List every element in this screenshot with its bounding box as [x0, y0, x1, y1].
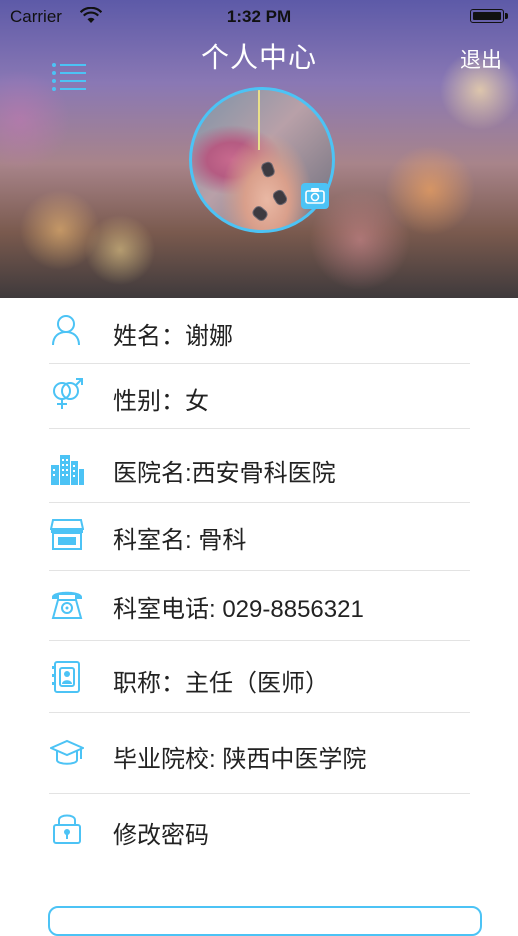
dept-phone-text: 科室电话: 029-8856321 — [113, 596, 364, 623]
list-item-title: 职称：主任（医师） — [0, 654, 518, 714]
change-password-button[interactable]: 修改密码 — [0, 804, 518, 860]
list-item-school: 毕业院校: 陕西中医学院 — [0, 726, 518, 790]
avatar[interactable] — [189, 87, 335, 233]
lock-icon — [53, 814, 81, 844]
change-password-label: 修改密码 — [113, 822, 209, 849]
profile-header: Carrier 1:32 PM 个人中心 退出 — [0, 0, 518, 298]
gender-icon — [53, 378, 83, 409]
status-bar: Carrier 1:32 PM — [0, 0, 518, 34]
divider — [49, 712, 470, 713]
school-text: 毕业院校: 陕西中医学院 — [113, 746, 367, 773]
list-item-dept-phone[interactable]: 科室电话: 029-8856321 — [0, 580, 518, 640]
hospital-buildings-icon — [51, 455, 84, 485]
user-icon — [52, 315, 80, 346]
divider — [49, 502, 470, 503]
list-item-department: 科室名: 骨科 — [0, 512, 518, 568]
telephone-icon — [51, 591, 83, 619]
divider — [49, 363, 470, 364]
department-store-icon — [50, 519, 84, 550]
divider — [49, 793, 470, 794]
list-item-name: 姓名：谢娜 — [0, 308, 518, 364]
logout-button[interactable]: 退出 — [460, 44, 502, 74]
graduation-cap-icon — [50, 739, 84, 765]
hospital-text: 医院名:西安骨科医院 — [113, 460, 336, 487]
page-title: 个人中心 — [200, 42, 317, 73]
avatar-container[interactable] — [189, 87, 335, 233]
camera-icon[interactable] — [301, 183, 329, 209]
divider — [49, 570, 470, 571]
divider — [49, 428, 470, 429]
divider — [49, 640, 470, 641]
battery-icon — [470, 9, 510, 25]
bottom-button[interactable] — [48, 906, 482, 936]
list-item-gender: 性别：女 — [0, 373, 518, 429]
list-item-hospital: 医院名:西安骨科医院 — [0, 443, 518, 503]
id-badge-icon — [52, 661, 80, 693]
clock: 1:32 PM — [226, 7, 292, 26]
name-text: 姓名：谢娜 — [113, 323, 233, 350]
title-text: 职称：主任（医师） — [113, 670, 329, 697]
department-text: 科室名: 骨科 — [113, 527, 247, 554]
gender-text: 性别：女 — [113, 388, 209, 415]
